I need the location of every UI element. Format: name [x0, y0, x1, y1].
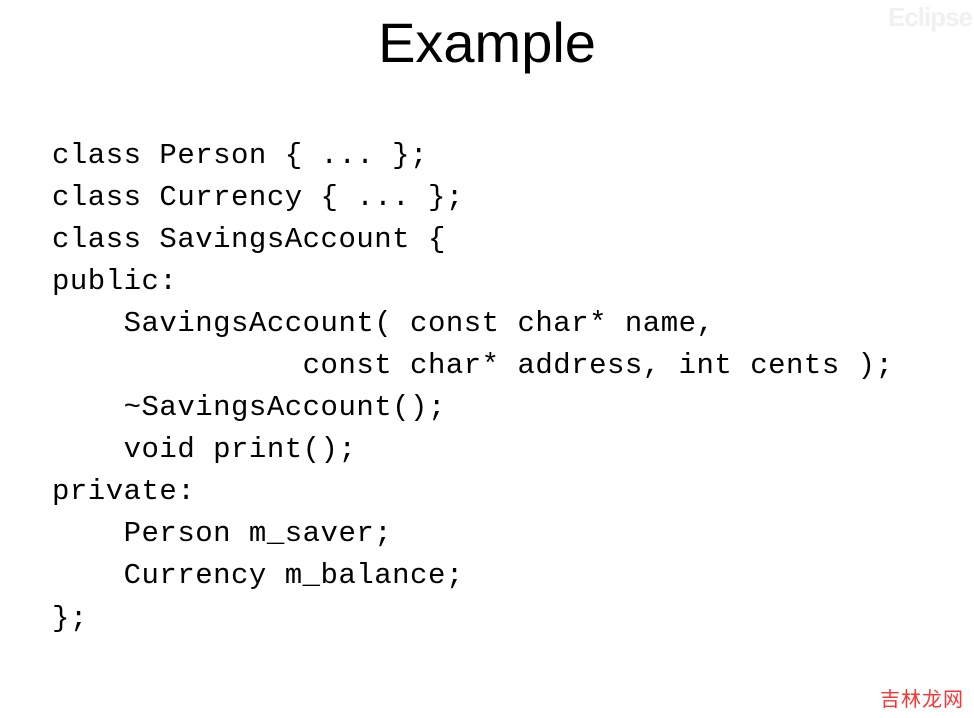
code-line: Currency m_balance; [52, 559, 464, 592]
code-line: class Currency { ... }; [52, 181, 464, 214]
code-line: Person m_saver; [52, 517, 392, 550]
code-line: const char* address, int cents ); [52, 349, 893, 382]
code-line: SavingsAccount( const char* name, [52, 307, 714, 340]
code-line: public: [52, 265, 177, 298]
code-line: class Person { ... }; [52, 139, 428, 172]
code-line: private: [52, 475, 195, 508]
code-block: class Person { ... }; class Currency { .… [0, 135, 974, 640]
watermark-bottom: 吉林龙网 [880, 683, 964, 712]
slide-container: Example class Person { ... }; class Curr… [0, 0, 974, 718]
code-line: void print(); [52, 433, 356, 466]
slide-title: Example [0, 10, 974, 75]
code-line: }; [52, 602, 88, 635]
watermark-top: Eclipse [888, 2, 972, 33]
code-line: class SavingsAccount { [52, 223, 446, 256]
code-line: ~SavingsAccount(); [52, 391, 446, 424]
